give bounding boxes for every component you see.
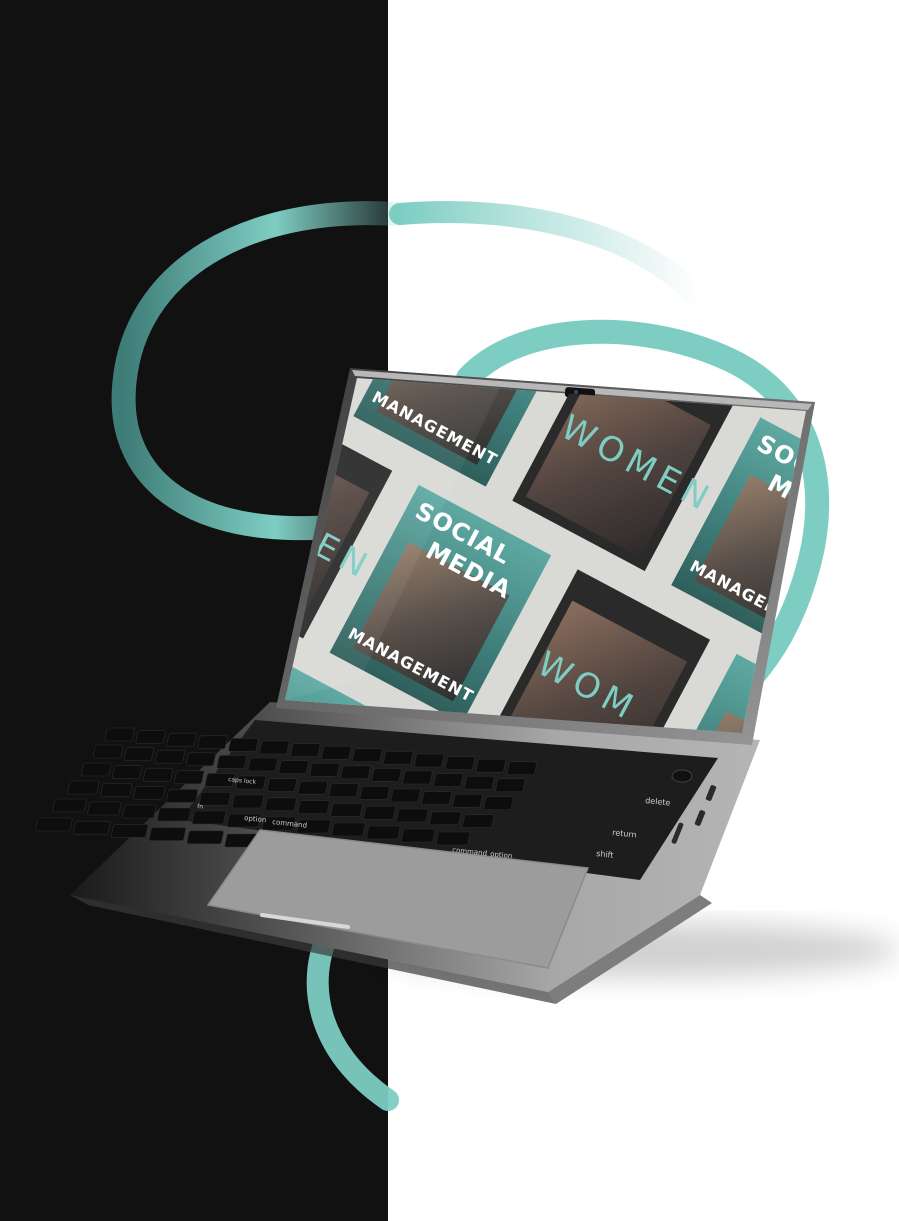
touch-id-icon — [671, 769, 693, 783]
keyboard-key — [421, 791, 452, 805]
keyboard-key — [52, 798, 87, 813]
keyboard-key — [266, 778, 297, 792]
keyboard-key — [247, 757, 278, 772]
camera-icon — [574, 390, 578, 394]
poster-title-line1: SOCIAL — [434, 260, 539, 334]
keyboard-key — [483, 796, 514, 811]
keyboard-key — [330, 803, 363, 817]
keyboard-key — [462, 814, 495, 828]
keyboard-key — [73, 820, 111, 835]
keyboard-key — [396, 808, 429, 823]
keyboard-key — [259, 740, 290, 755]
keyboard-key — [475, 758, 507, 773]
key-fn-label: fn — [197, 803, 204, 811]
keyboard-key — [100, 783, 133, 798]
keyboard-key — [435, 831, 471, 846]
keyboard-key — [363, 805, 396, 820]
keyboard-key — [92, 744, 124, 759]
keyboard-key — [464, 775, 495, 790]
keyboard-key — [371, 768, 402, 782]
keyboard-key — [290, 743, 321, 757]
keyboard-key — [429, 811, 462, 826]
laptop-mockup-scene: delete return shift command option comma… — [35, 96, 899, 1111]
keyboard-key — [228, 738, 259, 752]
keyboard-key — [264, 797, 297, 812]
keyboard-key — [402, 770, 433, 785]
keyboard-key — [444, 756, 476, 770]
keyboard-key — [366, 825, 401, 840]
keyboard-key — [231, 794, 264, 809]
keyboard-key — [433, 773, 464, 787]
keyboard-key — [143, 767, 174, 782]
keyboard-key — [157, 807, 192, 822]
keyboard-key — [297, 800, 330, 814]
keyboard-key — [191, 810, 227, 825]
poster-women: N — [536, 96, 758, 334]
keyboard-key — [197, 735, 228, 750]
keyboard-key — [35, 817, 73, 832]
keyboard-key — [198, 791, 232, 806]
keyboard-key — [506, 761, 538, 776]
poster-teal-block — [695, 378, 806, 420]
keyboard-key — [401, 828, 436, 843]
keyboard-key — [123, 747, 155, 761]
keyboard-key — [414, 753, 445, 768]
keyboard-key — [87, 801, 122, 816]
keyboard-key — [111, 824, 149, 838]
keyboard-key — [166, 789, 199, 803]
keyboard-key — [297, 780, 328, 795]
keyboard-key — [81, 762, 112, 777]
keyboard-key — [452, 793, 483, 808]
keyboard-key — [67, 780, 100, 795]
keyboard-key — [328, 783, 359, 798]
keyboard-key — [352, 748, 383, 763]
keyboard-key — [122, 804, 157, 819]
keyboard-key — [104, 727, 135, 742]
keyboard-key — [309, 762, 340, 777]
keyboard-key — [135, 730, 166, 744]
keyboard-key — [495, 778, 526, 793]
keyboard-key — [148, 827, 187, 841]
keyboard-key — [359, 786, 390, 800]
keyboard-key — [186, 830, 224, 845]
keyboard-key — [390, 788, 421, 803]
keyboard-key — [321, 745, 352, 760]
keyboard-key — [133, 786, 166, 800]
keyboard-key — [340, 765, 371, 780]
keyboard-key — [216, 755, 247, 769]
keyboard-key — [383, 751, 414, 765]
keyboard-key — [173, 770, 205, 785]
keyboard-key — [278, 760, 309, 774]
keyboard-key — [112, 765, 143, 779]
keyboard-key — [331, 822, 366, 837]
keyboard-key — [166, 732, 197, 747]
keyboard-key — [154, 749, 185, 764]
keyboard-key — [185, 752, 216, 767]
key-shift-label: shift — [596, 849, 614, 860]
